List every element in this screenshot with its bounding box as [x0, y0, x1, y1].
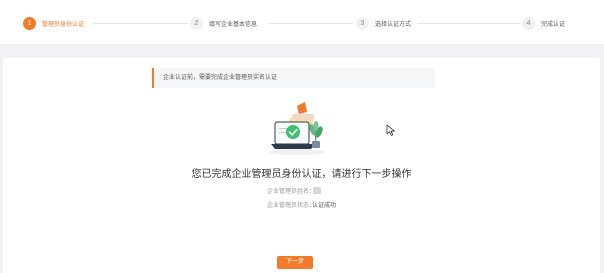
step-3-label: 选择认证方式 [375, 22, 412, 28]
admin-name-value-masked [313, 187, 321, 194]
notice-banner: 企业认证前，需要完成企业管理员实名认证 [152, 68, 435, 88]
step-connector [418, 23, 520, 24]
step-2-label: 填写企业基本信息 [209, 22, 258, 28]
step-3: 3 选择认证方式 [356, 17, 411, 30]
step-2: 2 填写企业基本信息 [190, 17, 257, 30]
admin-status-value: 认证成功 [312, 203, 337, 209]
step-1-label: 管理员身份认证 [42, 22, 85, 28]
step-4: 4 完成认证 [522, 17, 565, 30]
step-3-number: 3 [356, 17, 369, 30]
mouse-pointer-icon [386, 124, 395, 136]
step-1: 1 管理员身份认证 [23, 17, 84, 30]
step-1-number: 1 [23, 17, 36, 30]
content-card: 企业认证前，需要完成企业管理员实名认证 您已完成企业管理员身份认证，请进行下一步… [3, 58, 600, 273]
admin-status-row: 企业管理员状态： 认证成功 [3, 200, 600, 210]
next-step-button[interactable]: 下一步 [277, 256, 313, 269]
admin-name-row: 企业管理员姓名： [3, 186, 600, 196]
completion-headline: 您已完成企业管理员身份认证，请进行下一步操作 [191, 169, 412, 180]
admin-status-label: 企业管理员状态： [266, 203, 315, 209]
step-4-label: 完成认证 [541, 22, 566, 28]
step-connector [269, 23, 354, 24]
step-progress-bar: 1 管理员身份认证 2 填写企业基本信息 3 选择认证方式 4 完成认证 [0, 0, 604, 44]
admin-name-label: 企业管理员姓名： [266, 189, 315, 195]
verified-laptop-illustration [269, 102, 325, 155]
step-connector [93, 23, 188, 24]
step-2-number: 2 [190, 17, 203, 30]
step-4-number: 4 [522, 17, 535, 30]
